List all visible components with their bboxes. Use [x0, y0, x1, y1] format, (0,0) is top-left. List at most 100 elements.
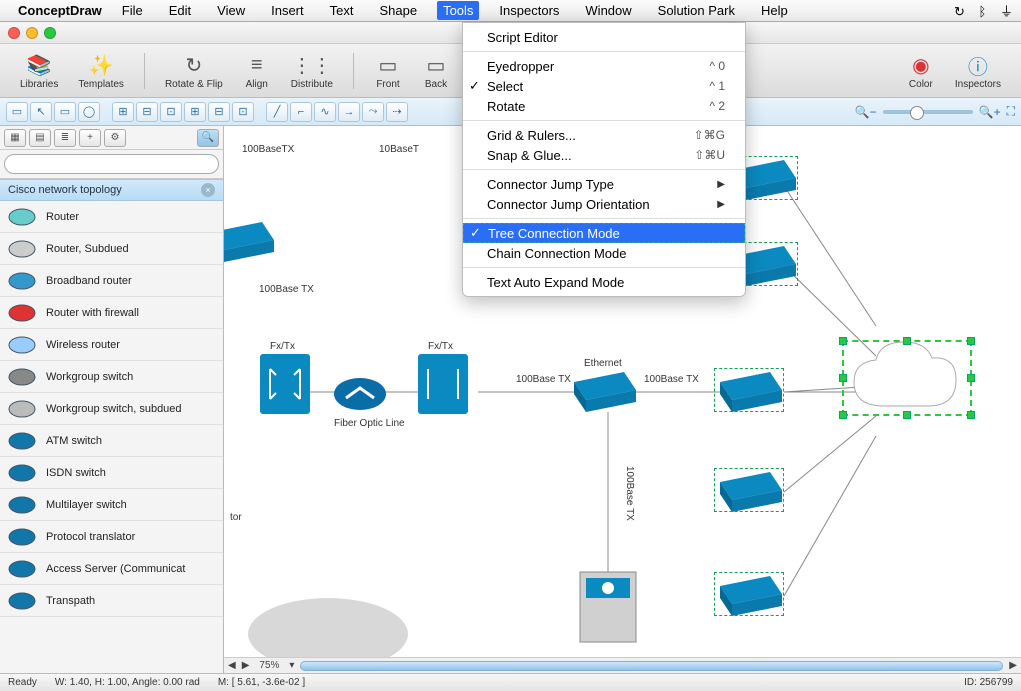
- tool-ellipse[interactable]: ◯: [78, 102, 100, 122]
- horizontal-scrollbar[interactable]: [300, 661, 1003, 671]
- sync-icon[interactable]: ↻: [954, 4, 965, 19]
- library-item[interactable]: Router, Subdued: [0, 233, 223, 265]
- menu-item[interactable]: Grid & Rulers...⇧⌘G: [463, 125, 745, 145]
- scroll-right-icon[interactable]: ▶: [1009, 660, 1017, 671]
- lib-view-large-icon[interactable]: ▦: [4, 129, 26, 147]
- tool-conn-3[interactable]: ⊡: [160, 102, 182, 122]
- tool-rect[interactable]: ▭: [54, 102, 76, 122]
- selection-handle[interactable]: [714, 572, 784, 616]
- lib-view-small-icon[interactable]: ▤: [29, 129, 51, 147]
- zoom-slider[interactable]: [883, 110, 973, 114]
- minimize-button[interactable]: [26, 27, 38, 39]
- lib-settings-icon[interactable]: ⚙: [104, 129, 126, 147]
- menu-text[interactable]: Text: [324, 1, 360, 20]
- menu-tools[interactable]: Tools: [437, 1, 479, 20]
- library-item-label: Router: [46, 211, 79, 223]
- shape-thumb-icon: [6, 556, 38, 582]
- tool-line-1[interactable]: ╱: [266, 102, 288, 122]
- shape-thumb-icon: [6, 428, 38, 454]
- menu-solution-park[interactable]: Solution Park: [652, 1, 741, 20]
- toolbar-align[interactable]: ≡Align: [243, 51, 271, 90]
- menu-item[interactable]: Chain Connection Mode: [463, 243, 745, 263]
- tool-pointer[interactable]: ↖: [30, 102, 52, 122]
- toolbar-front[interactable]: ▭Front: [374, 51, 402, 90]
- menu-item[interactable]: Snap & Glue...⇧⌘U: [463, 145, 745, 165]
- toolbar-color[interactable]: ◉Color: [907, 51, 935, 90]
- menu-shortcut: ⇧⌘G: [694, 128, 725, 142]
- tool-conn-1[interactable]: ⊞: [112, 102, 134, 122]
- zoom-fit-icon[interactable]: ⛶: [1007, 104, 1015, 119]
- tool-conn-2[interactable]: ⊟: [136, 102, 158, 122]
- bluetooth-icon[interactable]: ᛒ: [979, 4, 987, 19]
- zoom-button[interactable]: [44, 27, 56, 39]
- lib-add-icon[interactable]: +: [79, 129, 101, 147]
- library-item[interactable]: Router with firewall: [0, 297, 223, 329]
- library-item[interactable]: Multilayer switch: [0, 489, 223, 521]
- menu-item[interactable]: ✓Select^ 1: [463, 76, 745, 96]
- lib-search-toggle[interactable]: 🔍: [197, 129, 219, 147]
- menu-item[interactable]: Rotate^ 2: [463, 96, 745, 116]
- menu-item[interactable]: ✓Tree Connection Mode: [463, 223, 745, 243]
- menu-item[interactable]: Text Auto Expand Mode: [463, 272, 745, 292]
- toolbar-rotate-flip[interactable]: ↻Rotate & Flip: [165, 51, 223, 90]
- toolbar-templates[interactable]: ✨Templates: [78, 51, 124, 90]
- library-item[interactable]: Workgroup switch, subdued: [0, 393, 223, 425]
- page-prev-icon[interactable]: ◀: [228, 660, 236, 671]
- shape-thumb-icon: [6, 588, 38, 614]
- wifi-icon[interactable]: ⏚: [1000, 4, 1013, 19]
- menu-item-label: Chain Connection Mode: [487, 246, 626, 261]
- page-next-icon[interactable]: ▶: [242, 660, 250, 671]
- menu-inspectors[interactable]: Inspectors: [493, 1, 565, 20]
- library-item[interactable]: Access Server (Communicat: [0, 553, 223, 585]
- tool-line-3[interactable]: ∿: [314, 102, 336, 122]
- lib-view-list-icon[interactable]: ≣: [54, 129, 76, 147]
- library-item[interactable]: ISDN switch: [0, 457, 223, 489]
- status-dimensions: W: 1.40, H: 1.00, Angle: 0.00 rad: [55, 677, 200, 688]
- tool-line-2[interactable]: ⌐: [290, 102, 312, 122]
- app-name[interactable]: ConceptDraw: [18, 3, 102, 18]
- zoom-value[interactable]: 75%: [255, 660, 283, 671]
- library-item[interactable]: Router: [0, 201, 223, 233]
- selection-handle[interactable]: [714, 368, 784, 412]
- zoom-out-icon[interactable]: 🔍−: [855, 105, 877, 119]
- menu-shape[interactable]: Shape: [373, 1, 423, 20]
- selection-handle[interactable]: [714, 468, 784, 512]
- tool-select[interactable]: ▭: [6, 102, 28, 122]
- zoom-in-icon[interactable]: 🔍+: [979, 105, 1001, 119]
- menu-view[interactable]: View: [211, 1, 251, 20]
- library-item[interactable]: Transpath: [0, 585, 223, 617]
- cloud-selection[interactable]: [842, 340, 972, 416]
- toolbar-back[interactable]: ▭Back: [422, 51, 450, 90]
- menu-window[interactable]: Window: [579, 1, 637, 20]
- toolbar-distribute[interactable]: ⋮⋮Distribute: [291, 51, 333, 90]
- library-header[interactable]: Cisco network topology ×: [0, 179, 223, 201]
- toolbar-libraries[interactable]: 📚Libraries: [20, 51, 58, 90]
- tool-line-6[interactable]: ⇢: [386, 102, 408, 122]
- tool-line-5[interactable]: ⤳: [362, 102, 384, 122]
- tool-conn-5[interactable]: ⊟: [208, 102, 230, 122]
- close-button[interactable]: [8, 27, 20, 39]
- menu-insert[interactable]: Insert: [265, 1, 310, 20]
- library-item[interactable]: ATM switch: [0, 425, 223, 457]
- zoom-stepper-icon[interactable]: ▾: [289, 660, 294, 671]
- tool-line-4[interactable]: →: [338, 102, 360, 122]
- library-item[interactable]: Broadband router: [0, 265, 223, 297]
- menu-item[interactable]: Connector Jump Orientation▶: [463, 194, 745, 214]
- toolbar-inspectors[interactable]: ⓘInspectors: [955, 51, 1001, 90]
- menu-shortcut: ^ 0: [709, 59, 725, 73]
- menu-item[interactable]: Eyedropper^ 0: [463, 56, 745, 76]
- shape-thumb-icon: [6, 300, 38, 326]
- tool-conn-4[interactable]: ⊞: [184, 102, 206, 122]
- menu-help[interactable]: Help: [755, 1, 794, 20]
- menu-item[interactable]: Connector Jump Type▶: [463, 174, 745, 194]
- menu-item[interactable]: Script Editor: [463, 27, 745, 47]
- wand-icon: ✨: [87, 51, 115, 79]
- search-input[interactable]: [4, 154, 219, 174]
- tool-conn-6[interactable]: ⊡: [232, 102, 254, 122]
- library-item[interactable]: Protocol translator: [0, 521, 223, 553]
- library-item[interactable]: Wireless router: [0, 329, 223, 361]
- library-item[interactable]: Workgroup switch: [0, 361, 223, 393]
- close-library-icon[interactable]: ×: [201, 183, 215, 197]
- menu-edit[interactable]: Edit: [163, 1, 197, 20]
- menu-file[interactable]: File: [116, 1, 149, 20]
